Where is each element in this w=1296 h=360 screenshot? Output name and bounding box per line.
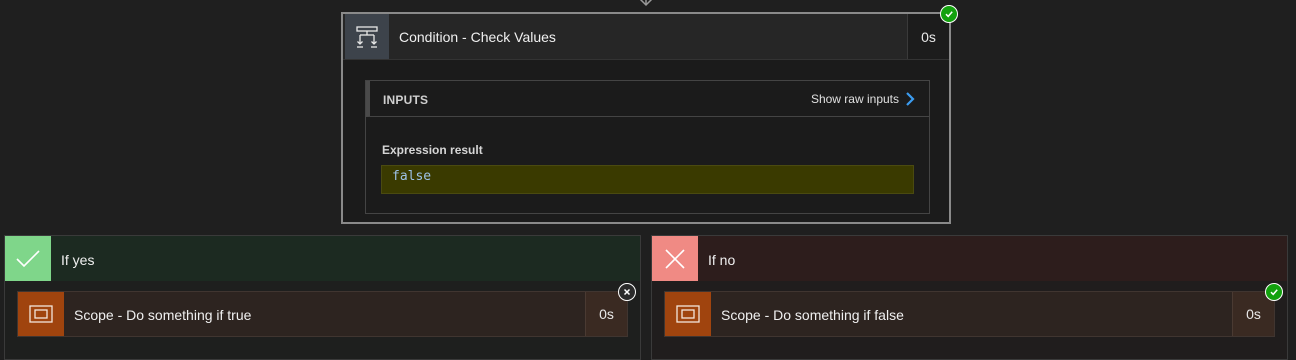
condition-card[interactable]: Condition - Check Values 0s INPUTS Show … [341,12,951,224]
branch-if-yes-label: If yes [61,252,95,268]
branch-if-no: If no Scope - Do something if false 0s [651,235,1288,360]
cross-icon [652,236,698,281]
connector-arrow-icon [639,0,653,7]
condition-title: Condition - Check Values [399,29,556,45]
inputs-header: INPUTS Show raw inputs [366,81,929,117]
scope-icon [18,292,64,336]
scope-true-title: Scope - Do something if true [74,307,252,323]
scope-true-card[interactable]: Scope - Do something if true 0s [17,291,628,337]
condition-header[interactable]: Condition - Check Values 0s [343,14,949,60]
inputs-panel: INPUTS Show raw inputs Expression result… [365,80,930,214]
show-raw-inputs-label: Show raw inputs [810,92,899,106]
inputs-section-label: INPUTS [383,93,429,107]
show-raw-inputs-link[interactable]: Show raw inputs [811,90,915,108]
expression-result-label: Expression result [382,143,483,157]
condition-success-icon [940,5,958,23]
expression-result-value: false [381,165,914,194]
scope-false-title: Scope - Do something if false [721,307,904,323]
branch-if-no-header[interactable]: If no [652,236,1287,281]
branch-if-yes-header[interactable]: If yes [5,236,640,281]
checkmark-icon [5,236,51,281]
scope-skipped-icon [618,283,636,301]
condition-icon [345,14,389,59]
branch-if-yes: If yes Scope - Do something if true 0s [4,235,641,360]
scope-icon [665,292,711,336]
branch-if-no-label: If no [708,252,736,268]
chevron-right-icon [906,92,915,106]
scope-success-icon [1265,283,1283,301]
scope-false-card[interactable]: Scope - Do something if false 0s [664,291,1275,337]
